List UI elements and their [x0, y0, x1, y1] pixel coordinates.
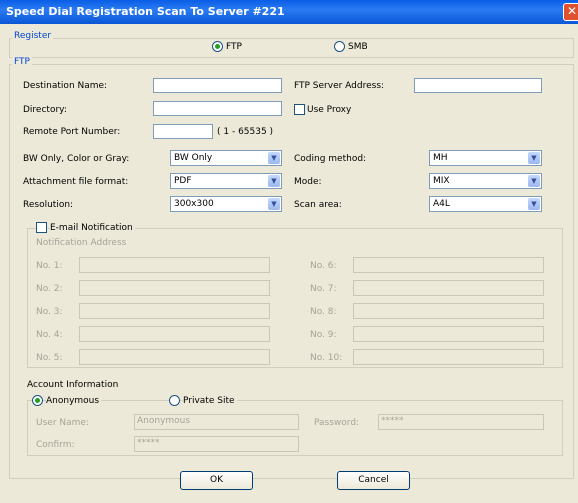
chevron-down-icon[interactable]: ▼: [528, 175, 540, 187]
notification-no2-label: No. 2:: [36, 284, 63, 294]
close-icon[interactable]: ✕: [563, 3, 578, 21]
scan-area-select[interactable]: A4L ▼: [429, 196, 542, 212]
notification-no3-input[interactable]: [79, 303, 270, 319]
title-bar[interactable]: Speed Dial Registration Scan To Server #…: [0, 0, 578, 24]
username-label: User Name:: [36, 418, 89, 428]
notification-no7-label: No. 7:: [310, 284, 337, 294]
notification-no2-input[interactable]: [79, 280, 270, 296]
color-select[interactable]: BW Only ▼: [170, 150, 282, 166]
directory-input[interactable]: [153, 101, 282, 116]
attachment-format-select[interactable]: PDF ▼: [170, 173, 282, 189]
register-ftp-radio[interactable]: [212, 41, 223, 52]
notification-address-label: Notification Address: [36, 238, 127, 248]
attachment-format-label: Attachment file format:: [23, 177, 129, 187]
notification-no10-label: No. 10:: [310, 353, 343, 363]
use-proxy-label[interactable]: Use Proxy: [307, 105, 351, 115]
dialog-window: Speed Dial Registration Scan To Server #…: [0, 0, 578, 503]
password-input[interactable]: *****: [378, 414, 544, 430]
confirm-input[interactable]: *****: [134, 436, 299, 452]
resolution-label: Resolution:: [23, 200, 74, 210]
remote-port-range: ( 1 - 65535 ): [217, 127, 274, 137]
resolution-value: 300x300: [174, 199, 214, 209]
register-group: [9, 38, 574, 58]
mode-select[interactable]: MIX ▼: [429, 173, 542, 189]
chevron-down-icon[interactable]: ▼: [268, 175, 280, 187]
notification-no9-label: No. 9:: [310, 330, 337, 340]
mode-label: Mode:: [294, 177, 322, 187]
notification-no6-label: No. 6:: [310, 261, 337, 271]
email-notification-group: [27, 228, 563, 368]
notification-no6-input[interactable]: [353, 257, 544, 273]
private-site-label[interactable]: Private Site: [183, 396, 237, 406]
register-smb-radio[interactable]: [334, 41, 345, 52]
notification-no4-input[interactable]: [79, 326, 270, 342]
register-ftp-label[interactable]: FTP: [226, 42, 242, 52]
use-proxy-checkbox[interactable]: [294, 104, 305, 115]
coding-method-value: MH: [433, 153, 448, 163]
anonymous-radio[interactable]: [32, 395, 43, 406]
destination-name-label: Destination Name:: [23, 81, 108, 91]
remote-port-input[interactable]: [153, 124, 213, 139]
dialog-body: Register FTP SMB FTP Destination Name: F…: [4, 24, 578, 503]
coding-method-select[interactable]: MH ▼: [429, 150, 542, 166]
color-label: BW Only, Color or Gray:: [23, 154, 130, 164]
ftp-server-input[interactable]: [414, 78, 542, 93]
attachment-format-value: PDF: [174, 176, 192, 186]
confirm-label: Confirm:: [36, 440, 75, 450]
chevron-down-icon[interactable]: ▼: [268, 152, 280, 164]
anonymous-label[interactable]: Anonymous: [46, 396, 102, 406]
window-title: Speed Dial Registration Scan To Server #…: [6, 5, 285, 18]
notification-no3-label: No. 3:: [36, 307, 63, 317]
password-label: Password:: [314, 418, 360, 428]
coding-method-label: Coding method:: [294, 154, 367, 164]
notification-no4-label: No. 4:: [36, 330, 63, 340]
ftp-legend: FTP: [12, 57, 32, 67]
notification-no8-input[interactable]: [353, 303, 544, 319]
notification-no7-input[interactable]: [353, 280, 544, 296]
email-notification-label[interactable]: E-mail Notification: [50, 223, 135, 233]
directory-label: Directory:: [23, 105, 67, 115]
notification-no5-label: No. 5:: [36, 353, 63, 363]
account-info-heading: Account Information: [27, 380, 119, 390]
username-input[interactable]: Anonymous: [134, 414, 299, 430]
email-notification-checkbox[interactable]: [36, 222, 47, 233]
remote-port-label: Remote Port Number:: [23, 127, 121, 137]
chevron-down-icon[interactable]: ▼: [268, 198, 280, 210]
scan-area-label: Scan area:: [294, 200, 342, 210]
color-select-value: BW Only: [174, 153, 213, 163]
chevron-down-icon[interactable]: ▼: [528, 198, 540, 210]
notification-no10-input[interactable]: [353, 349, 544, 365]
notification-no1-input[interactable]: [79, 257, 270, 273]
chevron-down-icon[interactable]: ▼: [528, 152, 540, 164]
notification-no8-label: No. 8:: [310, 307, 337, 317]
notification-no5-input[interactable]: [79, 349, 270, 365]
register-smb-label[interactable]: SMB: [348, 42, 368, 52]
notification-no9-input[interactable]: [353, 326, 544, 342]
mode-value: MIX: [433, 176, 450, 186]
resolution-select[interactable]: 300x300 ▼: [170, 196, 282, 212]
register-legend: Register: [12, 31, 54, 41]
scan-area-value: A4L: [433, 199, 450, 209]
cancel-button[interactable]: Cancel: [337, 471, 410, 490]
private-site-radio[interactable]: [169, 395, 180, 406]
destination-name-input[interactable]: [153, 78, 282, 93]
ftp-server-label: FTP Server Address:: [294, 81, 385, 91]
ok-button[interactable]: OK: [180, 471, 253, 490]
notification-no1-label: No. 1:: [36, 261, 63, 271]
